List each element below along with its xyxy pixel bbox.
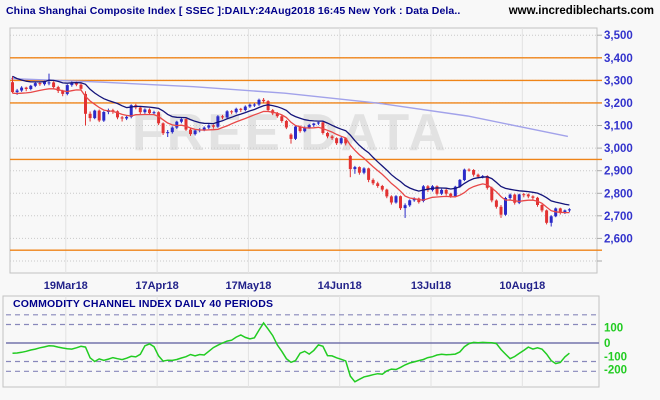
svg-text:14Jun18: 14Jun18: [318, 280, 362, 292]
svg-text:17Apr18: 17Apr18: [135, 280, 178, 292]
ma-lower-line: [12, 88, 570, 214]
svg-text:-200: -200: [604, 365, 627, 377]
svg-text:3,300: 3,300: [604, 75, 633, 87]
svg-text:-100: -100: [604, 352, 627, 364]
price-axis-labels: 3,500 3,400 3,300 3,200 3,100 3,000 2,900 2,800…: [604, 30, 633, 245]
indicator-title: COMMODITY CHANNEL INDEX DAILY 40 PERIODS: [13, 298, 274, 310]
website-link[interactable]: www.incrediblecharts.com: [509, 5, 654, 17]
svg-text:2,900: 2,900: [604, 166, 633, 178]
cci-bands: [6, 314, 599, 372]
date-gridlines: [65, 28, 523, 387]
support-resistance-lines: [10, 57, 602, 251]
svg-text:2,600: 2,600: [604, 233, 633, 245]
chart-title: China Shanghai Composite Index [ SSEC ]:…: [6, 5, 461, 17]
svg-text:10Aug18: 10Aug18: [499, 280, 545, 292]
svg-text:100: 100: [604, 323, 623, 335]
price-chart: 3,500 3,400 3,300 3,200 3,100 3,000 2,900 2,800…: [2, 27, 633, 388]
svg-text:3,400: 3,400: [604, 53, 633, 65]
candlestick-series: [11, 73, 571, 227]
svg-text:3,100: 3,100: [604, 121, 633, 133]
cci-line: [12, 321, 570, 383]
price-grid: [10, 34, 602, 262]
cci-axis-labels: 100 0 -100-200: [604, 323, 627, 377]
svg-text:19Mar18: 19Mar18: [44, 280, 88, 292]
title-bar: China Shanghai Composite Index [ SSEC ]:…: [0, 0, 660, 22]
ma-long-line: [10, 77, 569, 138]
date-axis-labels: 19Mar18 17Apr18 17May18 14Jun18 13Jul18 10Aug…: [44, 280, 545, 292]
svg-text:13Jul18: 13Jul18: [411, 280, 451, 292]
svg-text:3,200: 3,200: [604, 98, 633, 110]
svg-text:0: 0: [604, 338, 610, 350]
svg-text:3,500: 3,500: [604, 30, 633, 42]
svg-text:17May18: 17May18: [225, 280, 271, 292]
svg-text:2,700: 2,700: [604, 211, 633, 223]
svg-text:2,800: 2,800: [604, 188, 633, 200]
svg-text:3,000: 3,000: [604, 143, 633, 155]
